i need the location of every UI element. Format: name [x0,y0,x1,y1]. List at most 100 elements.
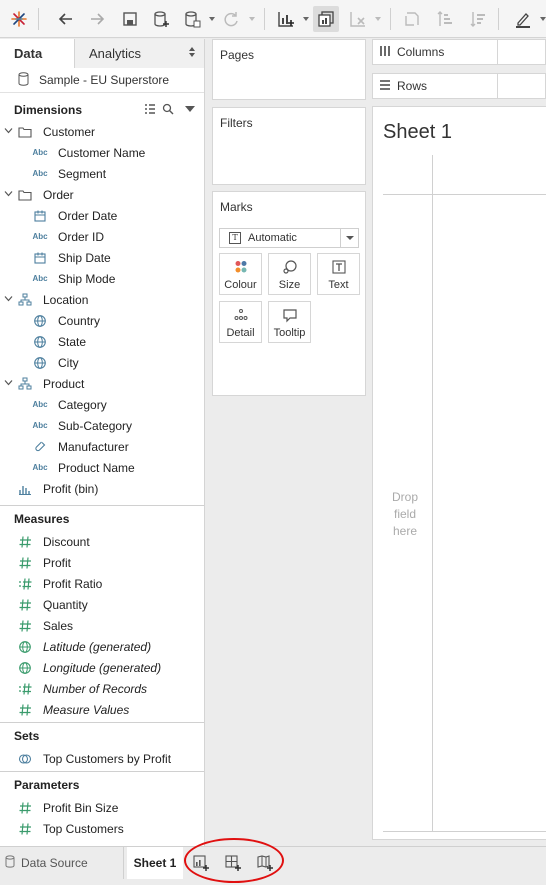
pages-card[interactable]: Pages [212,39,366,100]
columns-icon [379,45,391,60]
drop-field-zone[interactable]: Drop field here [389,489,421,540]
tab-data[interactable]: Data [0,39,74,68]
new-worksheet-button[interactable] [190,853,212,873]
chevron-down-icon[interactable] [373,6,383,32]
field-item[interactable]: Discount [0,531,204,552]
chevron-down-icon[interactable] [184,103,196,118]
field-item[interactable]: Abc Category [0,394,204,415]
tab-sheet-1[interactable]: Sheet 1 [127,847,183,879]
field-item[interactable]: Ship Date [0,247,204,268]
rows-shelf[interactable]: Rows [372,73,546,99]
new-datasource-icon[interactable] [148,6,174,32]
size-button[interactable]: Size [268,253,311,295]
field-label: Region [58,503,96,506]
field-item[interactable]: Latitude (generated) [0,636,204,657]
sort-descending-icon[interactable] [465,6,491,32]
size-icon [282,260,297,274]
field-item[interactable]: Profit (bin) [0,478,204,499]
columns-shelf[interactable]: Columns [372,39,546,65]
text-button[interactable]: Text [317,253,360,295]
new-worksheet-icon[interactable] [273,6,299,32]
tab-data-label: Data [14,46,43,61]
chevron-down-icon[interactable] [340,229,358,247]
field-item[interactable]: Sales [0,615,204,636]
new-dashboard-button[interactable] [222,853,244,873]
clear-sheet-icon[interactable] [345,6,371,32]
field-item[interactable]: Longitude (generated) [0,657,204,678]
field-label: Profit (bin) [43,481,99,496]
expand-chevron-icon[interactable] [0,294,14,305]
field-item[interactable]: Measure Values [0,699,204,720]
abc-string-icon: Abc [32,463,48,472]
field-item[interactable]: Profit Ratio [0,573,204,594]
drop-text-3: here [392,524,418,538]
field-item[interactable]: Abc Ship Mode [0,268,204,289]
tooltip-button[interactable]: Tooltip [268,301,311,343]
number-icon [14,703,36,717]
field-item[interactable]: State [0,331,204,352]
chevron-down-icon[interactable] [301,6,311,32]
duplicate-sheet-icon[interactable] [313,6,339,32]
expand-chevron-icon[interactable] [0,126,14,137]
undo-icon[interactable] [53,6,79,32]
field-label: Category [58,397,107,412]
highlight-pen-icon[interactable] [510,6,536,32]
refresh-icon[interactable] [218,6,244,32]
field-item[interactable]: Abc Segment [0,163,204,184]
chevron-down-icon[interactable] [207,6,217,32]
tooltip-icon [282,309,297,323]
field-item[interactable]: Country [0,310,204,331]
field-item[interactable]: Abc Sub-Category [0,415,204,436]
dimensions-title: Dimensions [14,103,83,117]
field-item[interactable]: Quantity [0,594,204,615]
save-icon[interactable] [117,6,143,32]
number-icon [14,801,36,815]
field-item[interactable]: Order [0,184,204,205]
field-item[interactable]: Manufacturer [0,436,204,457]
detail-icon [234,309,247,320]
field-item[interactable]: Abc Customer Name [0,142,204,163]
tab-analytics[interactable]: Analytics [74,39,204,68]
tableau-logo-icon[interactable] [6,6,32,32]
filters-card[interactable]: Filters [212,107,366,185]
datasource-item[interactable]: Sample - EU Superstore [0,68,204,93]
sort-ascending-icon[interactable] [432,6,458,32]
field-item[interactable]: Location [0,289,204,310]
search-icon[interactable] [162,103,174,118]
field-item[interactable]: Profit Bin Size [0,797,204,818]
list-view-icon[interactable] [144,103,156,118]
data-source-tab[interactable]: Data Source [0,847,124,879]
calculated-number-icon [14,577,36,591]
field-label: Country [58,313,101,328]
swap-rows-columns-icon[interactable] [399,6,425,32]
redo-icon[interactable] [84,6,110,32]
field-item[interactable]: Abc Product Name [0,457,204,478]
number-icon [14,535,36,549]
field-item[interactable]: Customer [0,121,204,142]
field-label: Order Date [58,208,118,223]
dimensions-list: Customer Abc Customer Name Abc Segment Order O… [0,121,204,505]
pause-updates-icon[interactable] [179,6,205,32]
abc-string-icon: Abc [32,169,48,178]
field-item[interactable]: Number of Records [0,678,204,699]
field-label: Latitude (generated) [43,639,152,654]
field-item[interactable]: Profit [0,552,204,573]
colour-button[interactable]: Colour [219,253,262,295]
field-item[interactable]: Abc Order ID [0,226,204,247]
new-story-button[interactable] [254,853,276,873]
field-item[interactable]: Top Customers by Profit [0,748,204,769]
detail-button[interactable]: Detail [219,301,262,343]
field-item[interactable]: Top Customers [0,818,204,839]
field-item[interactable]: Product [0,373,204,394]
number-icon [14,619,36,633]
field-label: Ship Date [58,250,111,265]
expand-chevron-icon[interactable] [0,189,14,200]
mark-type-dropdown[interactable]: T Automatic [219,228,359,248]
chevron-down-icon[interactable] [247,6,257,32]
field-item[interactable]: City [0,352,204,373]
chevron-down-icon[interactable] [538,6,546,32]
field-item[interactable]: Order Date [0,205,204,226]
sheet-title[interactable]: Sheet 1 [383,121,452,144]
drop-text-2: field [393,507,416,521]
expand-chevron-icon[interactable] [0,378,14,389]
